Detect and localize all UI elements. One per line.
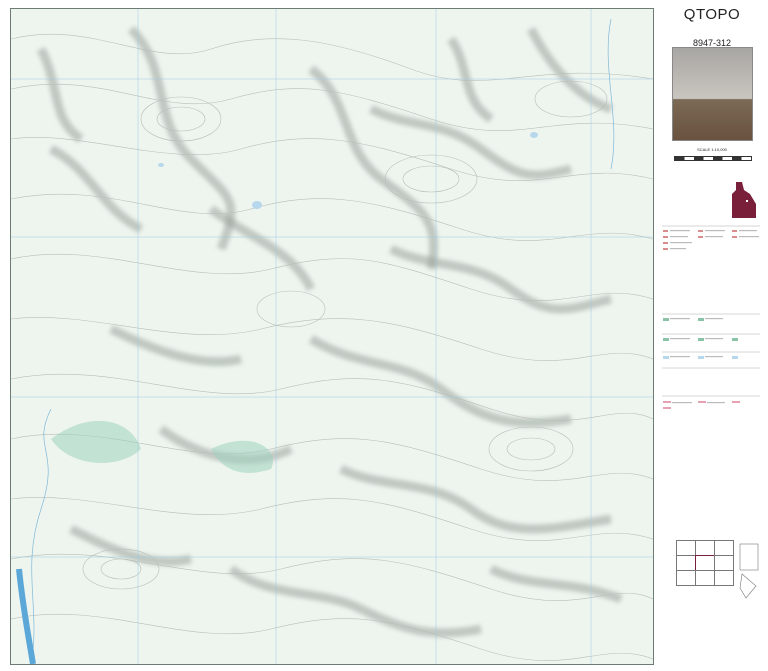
queensland-locator-icon xyxy=(732,182,756,218)
map-canvas xyxy=(11,9,653,664)
scale-label: SCALE 1:10,000 xyxy=(697,147,727,152)
legend xyxy=(660,222,764,447)
scale-bar xyxy=(674,156,752,161)
photo-thumbnail xyxy=(672,47,753,141)
topographic-map[interactable] xyxy=(10,8,654,665)
map-title: QTOPO xyxy=(683,6,741,23)
map-background xyxy=(11,9,653,664)
map-sidebar: QTOPO 8947-312 SCALE 1:10,000 xyxy=(660,0,764,671)
legend-symbols xyxy=(662,225,760,409)
orientation-icon xyxy=(739,543,759,599)
